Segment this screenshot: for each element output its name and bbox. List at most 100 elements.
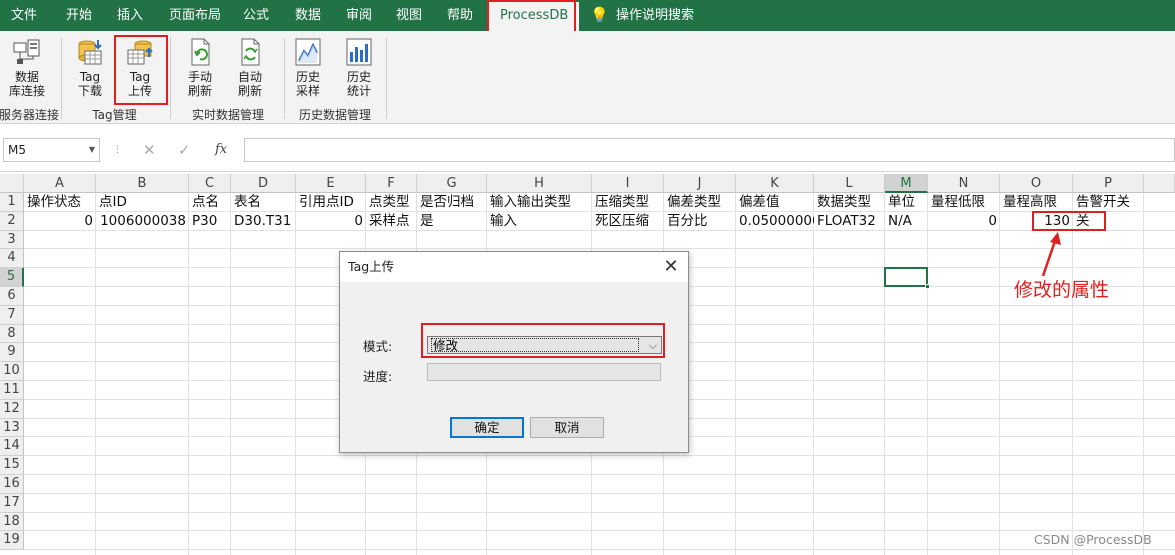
menu-formulas[interactable]: 公式 (243, 0, 269, 31)
column-header[interactable]: C (189, 174, 231, 193)
menu-data[interactable]: 数据 (295, 0, 321, 31)
db-connect-label: 数据 库连接 (8, 70, 45, 98)
column-header[interactable]: M (885, 174, 928, 193)
tab-processdb[interactable]: ProcessDB (489, 2, 580, 31)
tag-download-icon (78, 40, 102, 65)
row-header[interactable]: 6 (0, 287, 24, 306)
row-header[interactable]: 4 (0, 249, 24, 269)
column-header[interactable]: E (296, 174, 366, 193)
menu-help[interactable]: 帮助 (447, 0, 473, 31)
row-header[interactable]: 1 (0, 193, 24, 212)
history-sample-icon (295, 38, 321, 66)
column-header[interactable]: G (417, 174, 487, 193)
manual-refresh-button[interactable]: 手动 刷新 (179, 37, 221, 98)
dialog-titlebar[interactable]: Tag上传 ✕ (340, 252, 688, 282)
column-header[interactable]: I (592, 174, 664, 193)
gridline (24, 248, 1175, 250)
menu-review[interactable]: 审阅 (346, 0, 372, 31)
tag-upload-button[interactable]: Tag 上传 (119, 37, 161, 98)
gridline (999, 193, 1000, 555)
mode-select[interactable]: 修改 ⌵ (427, 336, 662, 354)
history-sample-button[interactable]: 历史 采样 (287, 37, 329, 98)
gridline (188, 193, 189, 555)
group-server: 服务器连接 (0, 108, 59, 122)
menu-view[interactable]: 视图 (396, 0, 422, 31)
dialog-title: Tag上传 (348, 259, 395, 274)
row-header[interactable]: 16 (0, 475, 24, 494)
ok-button[interactable]: 确定 (450, 417, 524, 438)
table-cell[interactable]: 0 (296, 212, 366, 230)
name-box[interactable]: M5 ▼ (3, 138, 100, 162)
menu-file[interactable]: 文件 (11, 0, 37, 31)
column-header[interactable]: N (928, 174, 1000, 193)
menu-bar: 文件 开始 插入 页面布局 公式 数据 审阅 视图 帮助 ProcessDB 💡… (0, 0, 1175, 31)
close-icon[interactable]: ✕ (660, 256, 682, 278)
row-header[interactable]: 19 (0, 531, 24, 551)
row-header[interactable]: 9 (0, 343, 24, 363)
row-header[interactable]: 8 (0, 324, 24, 344)
gridline (1143, 193, 1144, 555)
formula-input[interactable] (244, 138, 1175, 162)
row-header[interactable]: 14 (0, 437, 24, 457)
column-header[interactable]: H (487, 174, 592, 193)
gridline (735, 193, 736, 555)
tag-download-button[interactable]: Tag 下载 (69, 37, 111, 98)
gridline (24, 511, 1175, 513)
cancel-button[interactable]: 取消 (530, 417, 604, 438)
manual-refresh-icon (191, 38, 210, 66)
select-all-corner[interactable] (0, 174, 24, 193)
auto-refresh-button[interactable]: 自动 刷新 (229, 37, 271, 98)
row-header[interactable]: 5 (0, 268, 24, 287)
insert-function-icon[interactable]: fx (215, 138, 227, 162)
chevron-down-icon: ⌵ (648, 339, 657, 352)
row-header[interactable]: 2 (0, 211, 24, 231)
menu-insert[interactable]: 插入 (117, 0, 143, 31)
history-stats-icon (346, 38, 372, 66)
selected-cell-cursor (884, 267, 930, 289)
row-header[interactable]: 12 (0, 399, 24, 419)
table-cell[interactable]: 0.050000001 (736, 212, 814, 230)
row-header[interactable]: 18 (0, 512, 24, 532)
cancel-icon[interactable]: ✕ (143, 138, 156, 162)
column-header[interactable]: O (1000, 174, 1073, 193)
row-header[interactable]: 17 (0, 493, 24, 513)
column-header[interactable]: L (814, 174, 885, 193)
gridline (24, 492, 1175, 494)
annotation-arrow-icon (1041, 232, 1061, 277)
row-header[interactable]: 13 (0, 418, 24, 438)
column-header[interactable]: J (664, 174, 736, 193)
tell-me-search[interactable]: 操作说明搜索 (616, 0, 694, 31)
table-cell[interactable]: 0 (928, 212, 1000, 230)
history-stats-button[interactable]: 历史 统计 (338, 37, 380, 98)
menu-home[interactable]: 开始 (66, 0, 92, 31)
column-header[interactable]: A (24, 174, 96, 193)
mode-select-value: 修改 (431, 338, 639, 352)
ribbon-divider (284, 37, 285, 119)
column-header[interactable]: F (366, 174, 417, 193)
table-cell[interactable]: 关 (1073, 212, 1144, 230)
column-header[interactable]: B (96, 174, 189, 193)
group-realtime: 实时数据管理 (191, 108, 264, 122)
column-header[interactable]: D (231, 174, 296, 193)
server-connect-icon (13, 39, 40, 64)
table-cell[interactable]: 0 (24, 212, 96, 230)
column-header[interactable]: P (1073, 174, 1144, 193)
table-cell[interactable]: 告警开关 (1073, 193, 1144, 211)
column-header[interactable]: K (736, 174, 814, 193)
annotation-label: 修改的属性 (1014, 279, 1110, 301)
db-connect-button[interactable]: 数据 库连接 (6, 37, 48, 98)
enter-icon[interactable]: ✓ (178, 138, 191, 162)
tag-download-label: Tag 下载 (77, 70, 102, 98)
row-header[interactable]: 15 (0, 456, 24, 475)
row-header[interactable]: 3 (0, 230, 24, 250)
row-header[interactable]: 7 (0, 305, 24, 325)
menu-page-layout[interactable]: 页面布局 (169, 0, 221, 31)
gridline (295, 193, 296, 555)
chevron-down-icon[interactable]: ▼ (89, 139, 95, 161)
auto-refresh-icon (241, 38, 260, 66)
gridline (813, 193, 814, 555)
fill-handle[interactable] (925, 283, 930, 289)
table-cell[interactable]: 1006000038 (96, 212, 189, 230)
row-header[interactable]: 10 (0, 362, 24, 381)
row-header[interactable]: 11 (0, 381, 24, 400)
